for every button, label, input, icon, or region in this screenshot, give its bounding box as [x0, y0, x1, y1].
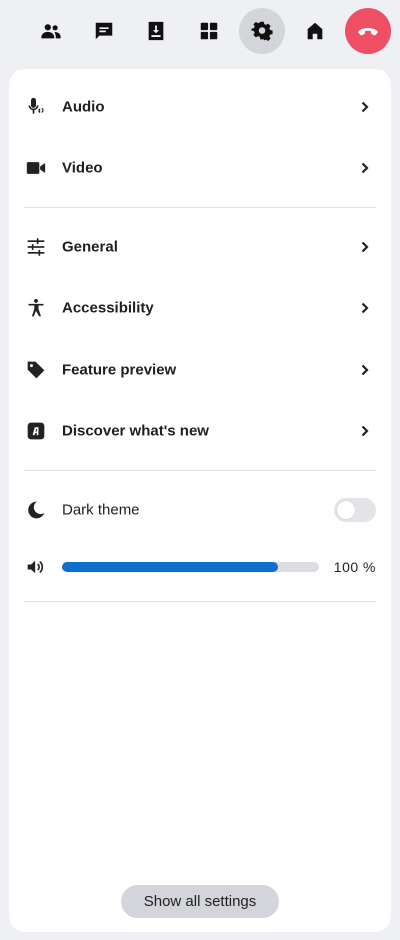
- divider: [24, 601, 376, 602]
- microphone-speaker-icon: [25, 96, 47, 118]
- volume-unit: %: [363, 559, 376, 575]
- chevron-right-icon: [359, 302, 371, 314]
- hang-up-icon: [358, 28, 378, 36]
- people-icon: [41, 24, 61, 39]
- settings-panel: Audio Video General Accessibility Featur…: [9, 69, 391, 932]
- volume-row: 100 %: [9, 542, 391, 592]
- people-button[interactable]: [28, 8, 74, 54]
- settings-button[interactable]: [239, 8, 285, 54]
- share-button[interactable]: [133, 8, 179, 54]
- moon-icon: [25, 499, 47, 521]
- discover-whats-new-row[interactable]: Discover what's new: [9, 406, 391, 456]
- chat-icon: [95, 22, 113, 40]
- apps-icon: [200, 22, 218, 40]
- discover-label: Discover what's new: [62, 422, 209, 440]
- sliders-icon: [25, 236, 47, 258]
- chevron-right-icon: [359, 241, 371, 253]
- accessibility-person-icon: [25, 297, 47, 319]
- home-icon: [307, 22, 323, 40]
- video-label: Video: [62, 159, 103, 177]
- video-row[interactable]: Video: [9, 143, 391, 193]
- tag-icon: [25, 359, 47, 381]
- chevron-right-icon: [359, 364, 371, 376]
- dark-theme-label: Dark theme: [62, 501, 140, 519]
- feature-preview-label: Feature preview: [62, 361, 177, 379]
- chat-button[interactable]: [81, 8, 127, 54]
- audio-row[interactable]: Audio: [9, 82, 391, 132]
- accessibility-row[interactable]: Accessibility: [9, 283, 391, 333]
- volume-slider[interactable]: [62, 562, 319, 572]
- top-toolbar: [0, 8, 400, 54]
- volume-readout: 100 %: [334, 559, 376, 575]
- toggle-knob: [337, 501, 355, 519]
- speaker-volume-icon: [25, 556, 47, 578]
- settings-gear-icon: [251, 21, 273, 41]
- hang-up-button[interactable]: [345, 8, 391, 54]
- divider: [24, 207, 376, 208]
- apps-button[interactable]: [186, 8, 232, 54]
- chevron-right-icon: [359, 101, 371, 113]
- volume-value: 100: [333, 559, 359, 575]
- dark-theme-toggle[interactable]: [334, 498, 376, 522]
- accessibility-label: Accessibility: [62, 299, 154, 317]
- whats-new-badge-icon: [25, 420, 47, 442]
- show-all-settings-button[interactable]: Show all settings: [121, 885, 279, 918]
- dark-theme-row: Dark theme: [9, 485, 391, 535]
- audio-label: Audio: [62, 98, 105, 116]
- chevron-right-icon: [359, 162, 371, 174]
- video-camera-icon: [25, 157, 47, 179]
- volume-fill: [62, 562, 278, 572]
- general-row[interactable]: General: [9, 222, 391, 272]
- divider: [24, 470, 376, 471]
- chevron-right-icon: [359, 425, 371, 437]
- share-tray-icon: [148, 21, 164, 41]
- home-button[interactable]: [292, 8, 338, 54]
- feature-preview-row[interactable]: Feature preview: [9, 345, 391, 395]
- general-label: General: [62, 238, 118, 256]
